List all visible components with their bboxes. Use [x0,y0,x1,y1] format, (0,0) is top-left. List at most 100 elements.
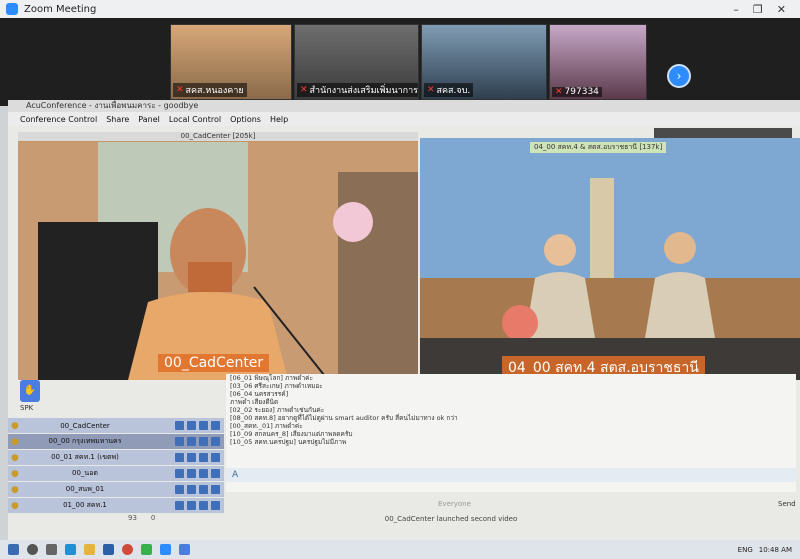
user-icon: ● [11,484,19,495]
user-icon: ● [11,468,19,479]
chat-message: [08_00 สคท.8] อยากดูที่ได้ไม่ดูผ่าน smar… [230,414,458,422]
list-item[interactable]: ● 00_00 กรุงเทพมหานคร [8,434,224,449]
windows-start-icon[interactable] [8,544,19,555]
chat-message: [03_06 ศรีสะเกษ] ภาพดำเหมอะ [230,382,323,390]
chat-message: ภาพดำ เสียงดีนิด [230,398,279,406]
settings-icon[interactable] [211,469,220,478]
store-icon[interactable] [103,544,114,555]
count-total: 93 [128,514,137,522]
chat-message: [10_05 สคท.นครปฐม] นครปฐมไม่มีภาพ [230,438,347,446]
chat-message: [06_04 นครสวรรค์] [230,390,289,398]
edge-icon[interactable] [65,544,76,555]
video-icon[interactable] [175,421,184,430]
list-item[interactable]: ● 00_นอต [8,466,224,481]
settings-icon[interactable] [211,421,220,430]
menu-conference-control[interactable]: Conference Control [20,115,97,124]
mic-icon[interactable] [187,501,196,510]
close-icon[interactable]: ✕ [777,3,786,16]
send-button[interactable]: Send [778,500,796,508]
status-icons [175,501,220,510]
task-view-icon[interactable] [46,544,57,555]
list-item[interactable]: ● 00_01 สคท.1 (เขตพ) [8,450,224,465]
participant-tile[interactable]: ✕ 797334 [549,24,647,100]
video-pane-right[interactable]: 04_00 สคท.4 & สตส.อบราชธานี [137k] 04_00… [420,138,800,380]
count-hands: 0 [150,514,156,522]
chrome-icon[interactable] [122,544,133,555]
hand-icon[interactable]: ✋ [20,380,40,402]
status-icons [175,469,220,478]
participant-count: 93 0 [128,514,155,522]
settings-icon[interactable] [211,453,220,462]
video-icon[interactable] [175,453,184,462]
speaker-icon[interactable] [199,469,208,478]
status-icons [175,437,220,446]
recipient-select[interactable]: Everyone [438,500,471,508]
zoom-title-bar: Zoom Meeting – ❐ ✕ [0,0,800,18]
app-icon[interactable] [179,544,190,555]
speaker-icon[interactable] [199,485,208,494]
speaker-icon[interactable] [199,421,208,430]
zoom-gallery-strip: ✕ สคส.หนองคาย ✕ สำนักงานส่งเสริมเพิ่มนาการ… [0,18,800,106]
chevron-right-icon[interactable]: › [667,64,691,88]
settings-icon[interactable] [211,501,220,510]
video-pane-left[interactable]: 00_CadCenter [205k] 00_CadCenter [18,132,418,380]
settings-icon[interactable] [211,437,220,446]
mic-icon[interactable] [187,469,196,478]
video-icon[interactable] [175,469,184,478]
video-frame [18,142,418,380]
list-item[interactable]: ● 00_สนพ_01 [8,482,224,497]
video-title: 04_00 สคท.4 & สตส.อบราชธานี [137k] [530,142,667,153]
video-icon[interactable] [175,437,184,446]
spk-label: SPK [20,404,34,412]
windows-taskbar: ENG 10:48 AM [0,540,800,559]
speaker-icon[interactable] [199,437,208,446]
participant-tile[interactable]: ✕ สคส.หนองคาย [170,24,292,100]
zoom-logo-icon [6,3,18,15]
chat-message: [06_01 พิษณุโลก] ภาพดำค่ะ [230,374,313,382]
status-icons [175,421,220,430]
user-icon: ● [11,420,19,431]
participant-list: ● 00_CadCenter ● 00_00 กรุงเทพมหานคร ● 00_0… [8,418,224,514]
menu-help[interactable]: Help [270,115,288,124]
participant-label: ✕ 797334 [552,87,602,97]
mic-icon[interactable] [187,421,196,430]
list-item[interactable]: ● 01_00 สคท.1 [8,498,224,513]
zoom-window-title: Zoom Meeting [24,3,97,15]
settings-icon[interactable] [211,485,220,494]
video-icon[interactable] [175,501,184,510]
zoom-icon[interactable] [160,544,171,555]
mic-muted-icon: ✕ [300,85,308,95]
menu-panel[interactable]: Panel [138,115,160,124]
chat-input[interactable]: A [226,468,796,482]
participant-label: ✕ สคส.หนองคาย [173,83,247,97]
line-icon[interactable] [141,544,152,555]
user-icon: ● [11,452,19,463]
participant-tile[interactable]: ✕ สคส.จบ. [421,24,547,100]
speaker-icon[interactable] [199,501,208,510]
mic-icon[interactable] [187,453,196,462]
mic-icon[interactable] [187,437,196,446]
participant-tile[interactable]: ✕สำนักงานส่งเสริมเพิ่มนาการบัญชี [294,24,419,100]
chat-message: [02_02 ระยอง] ภาพดำเช่นกันค่ะ [230,406,325,414]
menu-options[interactable]: Options [230,115,261,124]
menu-share[interactable]: Share [106,115,129,124]
video-icon[interactable] [175,485,184,494]
mic-muted-icon: ✕ [176,85,184,95]
search-icon[interactable] [27,544,38,555]
maximize-icon[interactable]: ❐ [753,3,763,16]
user-icon: ● [11,500,19,511]
status-icons [175,485,220,494]
acuconference-window: AcuConference - งานเพื่อพนมคาระ - goodby… [8,100,800,540]
mic-muted-icon: ✕ [555,87,563,97]
file-explorer-icon[interactable] [84,544,95,555]
mic-icon[interactable] [187,485,196,494]
clock[interactable]: 10:48 AM [759,546,792,554]
language-indicator[interactable]: ENG [738,546,753,554]
minimize-icon[interactable]: – [733,3,739,16]
speaker-panel: ✋ SPK [18,378,224,418]
video-frame [420,138,800,380]
list-item[interactable]: ● 00_CadCenter [8,418,224,433]
status-notification: 00_CadCenter launched second video [384,515,518,523]
speaker-icon[interactable] [199,453,208,462]
menu-local-control[interactable]: Local Control [169,115,221,124]
